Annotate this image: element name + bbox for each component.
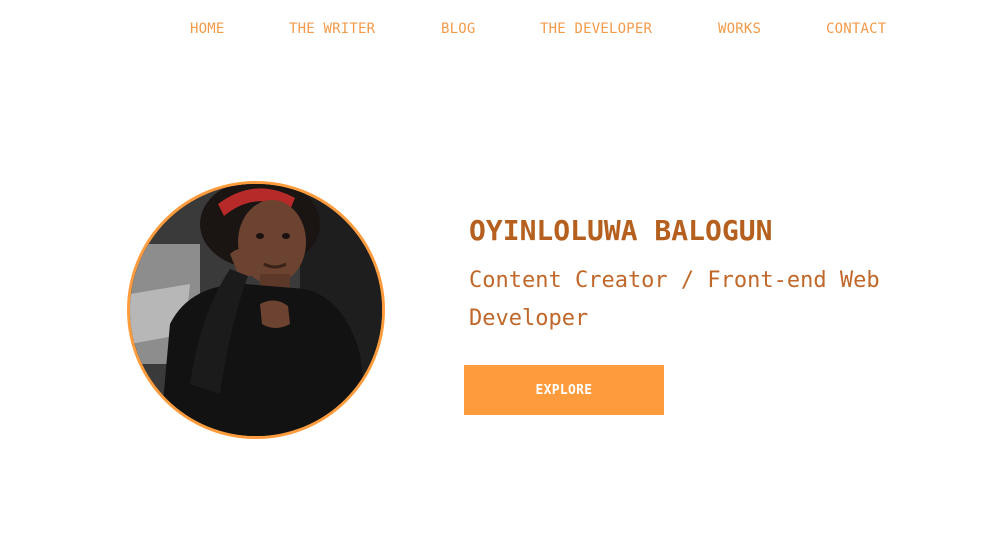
hero-tagline: Content Creator / Front-end Web Develope… [469,268,880,331]
hero-name: OYINLOLUWA BALOGUN [469,214,773,247]
nav-link-works[interactable]: WORKS [718,20,761,38]
nav-link-blog[interactable]: BLOG [441,20,476,38]
explore-button[interactable]: EXPLORE [464,365,664,415]
top-navigation: HOME THE WRITER BLOG THE DEVELOPER WORKS… [0,0,1006,60]
nav-link-contact[interactable]: CONTACT [826,20,886,38]
nav-link-the-developer[interactable]: THE DEVELOPER [540,20,652,38]
profile-photo-illustration [130,184,382,436]
profile-photo [127,181,385,439]
nav-link-the-writer[interactable]: THE WRITER [289,20,375,38]
nav-link-home[interactable]: HOME [190,20,225,38]
